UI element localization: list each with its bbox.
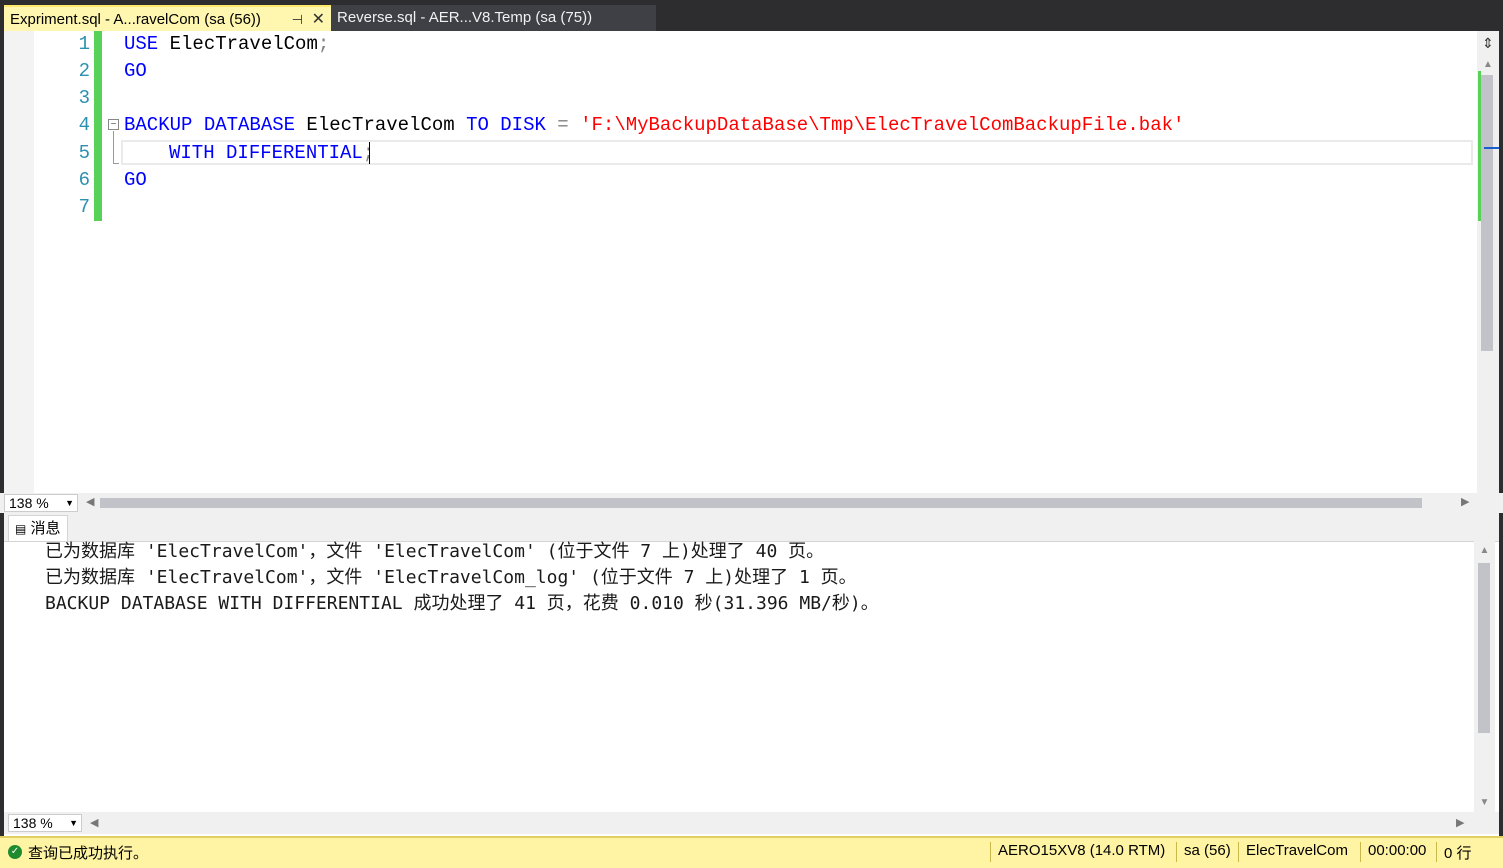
scroll-left-icon[interactable]: ◀ [86, 495, 94, 508]
scroll-right-icon[interactable]: ▶ [1456, 816, 1464, 829]
message-line: 已为数据库 'ElecTravelCom'，文件 'ElecTravelCom'… [45, 541, 825, 562]
status-bar: ✓ 查询已成功执行。 AERO15XV8 (14.0 RTM) sa (56) … [0, 836, 1503, 868]
status-rows: 0 行 [1444, 845, 1472, 862]
results-zoom-dropdown[interactable]: 138 % ▼ [8, 814, 82, 832]
horizontal-scroll-thumb[interactable] [100, 498, 1422, 508]
scroll-thumb[interactable] [1481, 75, 1493, 351]
tab-messages[interactable]: ▤ 消息 [8, 515, 68, 541]
document-tab-strip: Expriment.sql - A...ravelCom (sa (56)) ⊣… [0, 0, 1503, 31]
caret-marker [1484, 147, 1499, 149]
fold-guide-end [113, 163, 119, 164]
results-horizontal-bar: 138 % ▼ ◀ ▶ [4, 812, 1499, 834]
selection-margin [4, 31, 34, 493]
status-divider [1436, 842, 1437, 862]
tab-label: Expriment.sql - A...ravelCom (sa (56)) [10, 11, 261, 28]
pin-icon[interactable]: ⊣ [292, 7, 303, 33]
status-divider [1360, 842, 1361, 862]
editor-horizontal-bar: 138 % ▼ ◀ ▶ [0, 493, 1503, 513]
code-line-6: GO [124, 169, 147, 191]
code-line-1: USE ElecTravelCom; [124, 33, 330, 55]
editor-zoom-dropdown[interactable]: 138 % ▼ [4, 494, 78, 512]
code-line-5: WITH DIFFERENTIAL; [169, 142, 374, 164]
messages-icon: ▤ [15, 522, 27, 536]
status-database: ElecTravelCom [1246, 842, 1348, 859]
change-tracking-bar [94, 31, 102, 221]
text-caret [369, 142, 370, 164]
query-editor[interactable] [0, 31, 1503, 493]
line-number: 6 [78, 169, 90, 191]
results-vertical-scrollbar[interactable]: ▲ ▼ [1474, 541, 1495, 812]
close-icon[interactable]: ✕ [312, 7, 325, 33]
message-line: 已为数据库 'ElecTravelCom'，文件 'ElecTravelCom_… [45, 567, 857, 588]
success-check-icon: ✓ [8, 845, 22, 859]
tab-reverse-sql[interactable]: Reverse.sql - AER...V8.Temp (sa (75)) [331, 5, 656, 31]
collapse-icon[interactable]: − [108, 119, 119, 130]
chevron-down-icon: ▼ [65, 498, 74, 508]
status-server: AERO15XV8 (14.0 RTM) [998, 842, 1166, 859]
tab-label: Reverse.sql - AER...V8.Temp (sa (75)) [337, 9, 593, 26]
line-number: 2 [78, 60, 90, 82]
line-number: 4 [78, 114, 90, 136]
results-tab-strip: ▤ 消息 [4, 513, 1499, 542]
status-divider [990, 842, 991, 862]
split-window-icon[interactable]: ⇕ [1477, 33, 1499, 53]
tab-expriment-sql[interactable]: Expriment.sql - A...ravelCom (sa (56)) ⊣… [4, 5, 331, 31]
scroll-up-icon[interactable]: ▲ [1474, 545, 1495, 556]
scroll-up-icon[interactable]: ▲ [1477, 59, 1499, 70]
scroll-left-icon[interactable]: ◀ [90, 816, 98, 829]
messages-tab-label: 消息 [30, 520, 61, 537]
scroll-right-icon[interactable]: ▶ [1461, 495, 1469, 508]
line-number: 7 [78, 196, 90, 218]
status-elapsed: 00:00:00 [1368, 842, 1427, 859]
zoom-value: 138 % [13, 815, 53, 831]
status-divider [1238, 842, 1239, 862]
scroll-thumb[interactable] [1478, 563, 1490, 733]
status-message: 查询已成功执行。 [28, 845, 149, 862]
fold-guide [113, 131, 114, 163]
message-line: BACKUP DATABASE WITH DIFFERENTIAL 成功处理了 … [45, 593, 879, 614]
status-divider [1176, 842, 1177, 862]
code-line-2: GO [124, 60, 147, 82]
chevron-down-icon: ▼ [69, 818, 78, 828]
code-line-4: BACKUP DATABASE ElecTravelCom TO DISK = … [124, 114, 1185, 136]
scroll-down-icon[interactable]: ▼ [1474, 797, 1495, 808]
line-number: 3 [78, 87, 90, 109]
editor-vertical-scrollbar[interactable]: ⇕ ▲ [1477, 31, 1499, 493]
line-number: 1 [78, 33, 90, 55]
line-number: 5 [78, 142, 90, 164]
zoom-value: 138 % [9, 495, 49, 511]
status-user: sa (56) [1184, 842, 1231, 859]
